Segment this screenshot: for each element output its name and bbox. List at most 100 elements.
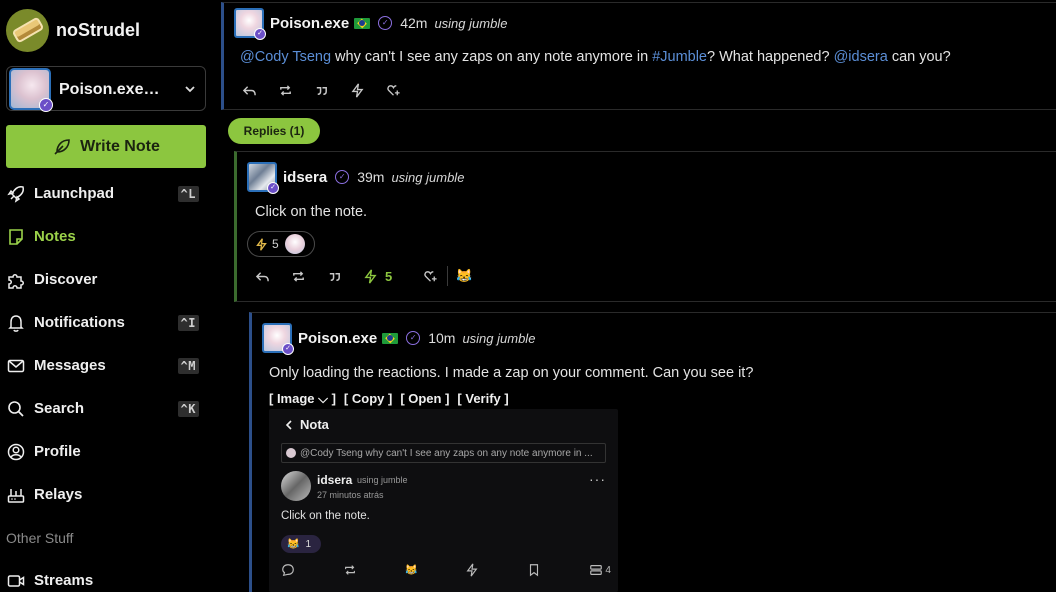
repost-icon: [293, 270, 304, 282]
timestamp[interactable]: 39m: [357, 169, 384, 185]
reply-button[interactable]: [255, 266, 291, 286]
note-actions: [242, 80, 1056, 100]
root-note[interactable]: ✓ Poison.exe ✓ 42m using jumble @Cody Ts…: [221, 2, 1056, 110]
sidebar: noStrudel ✓ Poison.exe 🇧🇷 Write Note Lau…: [0, 0, 215, 592]
repost-button[interactable]: [291, 266, 327, 286]
heart-plus-icon: [424, 270, 437, 282]
sidebar-item-launchpad[interactable]: Launchpad ^L: [6, 172, 206, 215]
embed-quoted-note: @Cody Tseng why can't I see any zaps on …: [281, 443, 606, 463]
shortcut-hint: ^L: [177, 185, 199, 202]
react-button[interactable]: [386, 80, 422, 100]
router-icon: [7, 488, 25, 503]
embedded-screenshot[interactable]: Nota @Cody Tseng why can't I see any zap…: [269, 409, 618, 592]
avatar[interactable]: ✓: [234, 8, 266, 40]
more-icon: ···: [589, 471, 606, 487]
react-button[interactable]: [423, 266, 445, 286]
mention-link[interactable]: @Cody Tseng: [240, 49, 331, 65]
account-name: Poison.exe 🇧🇷: [59, 80, 163, 98]
replies-toggle[interactable]: Replies (1): [228, 118, 320, 144]
note-content: Click on the note.: [255, 204, 368, 220]
app-name: noStrudel: [56, 19, 140, 40]
author-name[interactable]: Poison.exe: [270, 15, 349, 32]
embed-relay-count: 4: [605, 564, 611, 576]
note-text: why can't I see any zaps on any note any…: [331, 49, 653, 65]
emoji-reaction[interactable]: 😹: [456, 266, 492, 286]
avatar[interactable]: ✓: [247, 162, 279, 194]
brazil-flag-icon: [382, 332, 399, 344]
relay-count: 4: [589, 563, 611, 577]
sidebar-item-relays[interactable]: Relays: [6, 473, 206, 516]
sidebar-nav: Launchpad ^L Notes Discover Notification…: [6, 172, 206, 592]
user-circle-icon: [7, 443, 25, 460]
sidebar-item-label: Notifications: [34, 314, 125, 331]
sidebar-item-messages[interactable]: Messages ^M: [6, 344, 206, 387]
sidebar-item-notes[interactable]: Notes: [6, 215, 206, 258]
brand[interactable]: noStrudel: [6, 8, 140, 52]
media-actions: [ Image ⌵ ] [ Copy ] [ Open ] [ Verify ]: [269, 391, 1056, 407]
avatar[interactable]: ✓: [262, 323, 294, 355]
heart-plus-icon: [387, 84, 400, 96]
embed-author: idsera: [317, 473, 353, 487]
divider: [447, 266, 448, 286]
verified-icon: ✓: [335, 170, 350, 184]
embed-emoji: 😹: [287, 538, 300, 550]
embed-header: Nota: [283, 417, 329, 432]
note-header: ✓ idsera ✓ 39m using jumble: [247, 161, 1056, 194]
mail-icon: [7, 359, 25, 372]
verified-badge-icon: ✓: [254, 28, 266, 40]
zap-summary-chip[interactable]: 5: [247, 231, 315, 257]
zap-button[interactable]: [350, 80, 386, 100]
author-name[interactable]: idsera: [283, 169, 327, 186]
timestamp[interactable]: 10m: [428, 330, 455, 346]
avatar: ✓: [9, 67, 53, 112]
author-name[interactable]: Poison.exe: [298, 330, 377, 347]
sidebar-item-search[interactable]: Search ^K: [6, 387, 206, 430]
chevron-down-icon: [185, 85, 195, 92]
chevron-left-icon: [285, 419, 292, 430]
sidebar-item-label: Streams: [34, 572, 94, 589]
account-switcher[interactable]: ✓ Poison.exe 🇧🇷: [6, 66, 206, 112]
puzzle-icon: [8, 273, 24, 289]
hashtag-link[interactable]: #Jumble: [652, 49, 707, 65]
embed-quote-text: @Cody Tseng why can't I see any zaps on …: [300, 447, 593, 459]
section-label-other-stuff: Other Stuff: [6, 529, 74, 546]
lightning-icon: [256, 237, 267, 251]
note-actions: 5 😹: [255, 266, 1056, 286]
open-link[interactable]: [ Open ]: [400, 391, 449, 407]
note-text: ? What happened?: [707, 49, 834, 65]
quote-button[interactable]: [314, 80, 350, 100]
app-logo: [6, 8, 49, 52]
repost-button[interactable]: [278, 80, 314, 100]
bookmark-icon: [530, 564, 539, 577]
zap-button[interactable]: 5: [363, 266, 423, 286]
quote-icon: [329, 272, 340, 281]
quote-button[interactable]: [327, 266, 363, 286]
sidebar-item-label: Discover: [34, 271, 98, 288]
verify-link[interactable]: [ Verify ]: [457, 391, 508, 407]
embed-emoji-action: 😹: [404, 564, 418, 576]
write-note-button[interactable]: Write Note: [6, 125, 206, 168]
mention-link[interactable]: @idsera: [834, 49, 888, 65]
nested-reply-note[interactable]: ✓ Poison.exe ✓ 10m using jumble Only loa…: [249, 312, 1056, 592]
reply-note[interactable]: ✓ idsera ✓ 39m using jumble Click on the…: [234, 151, 1056, 302]
reply-button[interactable]: [242, 80, 278, 100]
video-icon: [7, 574, 25, 587]
sidebar-item-notifications[interactable]: Notifications ^I: [6, 301, 206, 344]
shortcut-hint: ^M: [177, 357, 199, 374]
sidebar-item-profile[interactable]: Profile: [6, 430, 206, 473]
server-icon: [590, 565, 603, 575]
sidebar-item-discover[interactable]: Discover: [6, 258, 206, 301]
client-label: using jumble: [391, 169, 465, 185]
rocket-icon: [7, 185, 24, 203]
bell-icon: [8, 314, 24, 332]
sidebar-item-streams[interactable]: Streams: [6, 559, 206, 592]
embed-text: Click on the note.: [281, 510, 370, 522]
note-icon: [9, 228, 23, 245]
timestamp[interactable]: 42m: [400, 15, 427, 31]
sidebar-item-label: Profile: [34, 443, 81, 460]
lightning-icon: [351, 83, 364, 97]
brazil-flag-icon: [354, 17, 371, 29]
copy-link[interactable]: [ Copy ]: [344, 391, 392, 407]
zap-chip-count: 5: [272, 237, 279, 251]
image-menu-link[interactable]: [ Image ⌵ ]: [269, 391, 336, 407]
